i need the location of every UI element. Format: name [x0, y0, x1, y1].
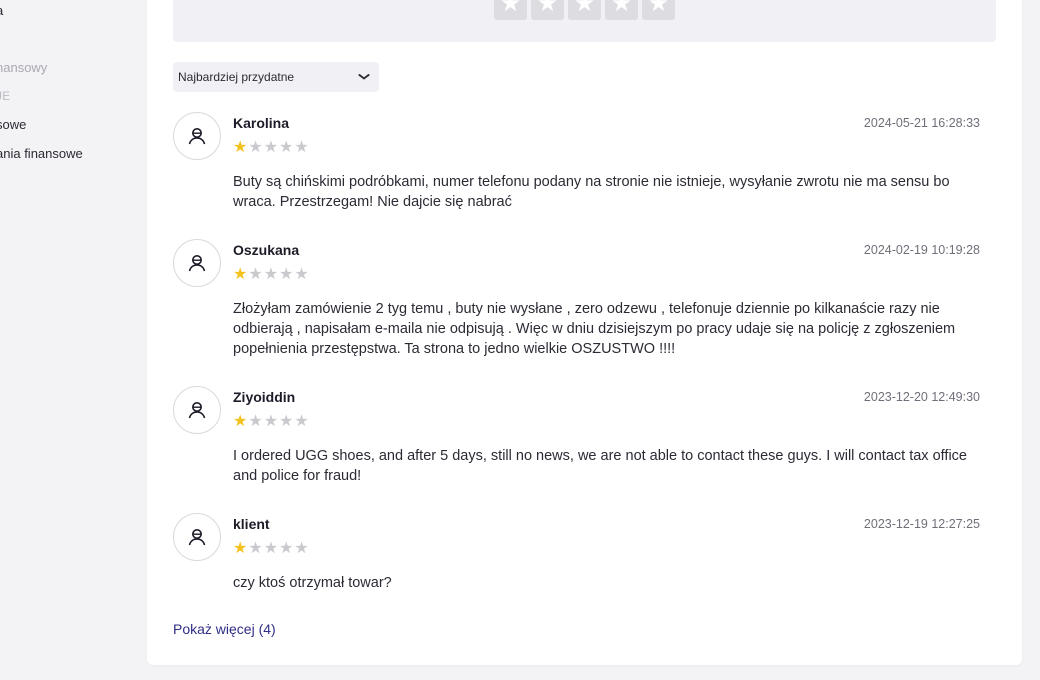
review-text: I ordered UGG shoes, and after 5 days, s… [233, 448, 967, 484]
review-date: 2023-12-19 12:27:25 [863, 517, 980, 531]
review-rating: ★ ★ ★ ★ ★ [233, 541, 309, 557]
star-empty-icon: ★ [263, 266, 279, 283]
rating-input: ★ ★ ★ ★ ★ [494, 0, 675, 20]
star-empty-icon: ★ [279, 266, 294, 283]
star-empty-icon: ★ [294, 266, 309, 283]
review-date: 2023-12-20 12:49:30 [863, 390, 980, 404]
star-empty-icon: ★ [263, 540, 279, 557]
review-author: Oszukana [233, 242, 300, 258]
add-rating-panel: ★ ★ ★ ★ ★ [173, 0, 996, 42]
reviews-card: ★ ★ ★ ★ ★ Najbardziej przydatne Karolina… [147, 0, 1022, 665]
star-empty-icon: ★ [248, 413, 263, 430]
star-empty-icon: ★ [248, 139, 263, 156]
star-filled-icon: ★ [233, 139, 248, 156]
show-more-link[interactable]: Pokaż więcej (4) [173, 621, 276, 637]
review-rating: ★ ★ ★ ★ ★ [233, 140, 309, 156]
review-date: 2024-02-19 10:19:28 [863, 243, 980, 257]
review-author: Karolina [233, 115, 290, 131]
review-text: Buty są chińskimi podróbkami, numer tele… [233, 174, 950, 210]
star-filled-icon: ★ [233, 266, 248, 283]
star-empty-icon: ★ [279, 413, 294, 430]
rate-star-5[interactable]: ★ [642, 0, 675, 20]
sidebar-item[interactable]: nansowy [0, 60, 47, 75]
star-empty-icon: ★ [279, 139, 294, 156]
star-filled-icon: ★ [233, 413, 248, 430]
review-author: klient [233, 516, 270, 532]
rate-star-3[interactable]: ★ [568, 0, 601, 20]
rate-star-4[interactable]: ★ [605, 0, 638, 20]
sidebar-item[interactable]: a [0, 3, 3, 18]
review-rating: ★ ★ ★ ★ ★ [233, 414, 309, 430]
star-empty-icon: ★ [294, 139, 309, 156]
sort-select-value: Najbardziej przydatne [178, 70, 295, 84]
user-avatar-icon [173, 239, 221, 287]
review-text: czy ktoś otrzymał towar? [233, 575, 392, 591]
user-avatar-icon [173, 112, 221, 160]
star-empty-icon: ★ [294, 540, 309, 557]
review-text: Złożyłam zamówienie 2 tyg temu , buty ni… [233, 301, 956, 357]
sidebar-section-heading: JE [0, 89, 11, 103]
review-date: 2024-05-21 16:28:33 [863, 116, 980, 130]
star-empty-icon: ★ [263, 413, 279, 430]
chevron-down-icon [358, 71, 371, 83]
review-rating: ★ ★ ★ ★ ★ [233, 267, 309, 283]
star-empty-icon: ★ [248, 540, 263, 557]
star-filled-icon: ★ [233, 540, 248, 557]
sidebar-item[interactable]: sowe [0, 117, 26, 132]
star-empty-icon: ★ [279, 540, 294, 557]
rate-star-1[interactable]: ★ [494, 0, 527, 20]
user-avatar-icon [173, 513, 221, 561]
star-empty-icon: ★ [294, 413, 309, 430]
star-empty-icon: ★ [263, 139, 279, 156]
sort-select[interactable]: Najbardziej przydatne [173, 62, 379, 92]
review-author: Ziyoiddin [233, 389, 296, 405]
rate-star-2[interactable]: ★ [531, 0, 564, 20]
sidebar: a nansowy JE sowe ania finansowe [0, 0, 140, 680]
star-empty-icon: ★ [248, 266, 263, 283]
sidebar-item[interactable]: ania finansowe [0, 146, 83, 161]
user-avatar-icon [173, 386, 221, 434]
